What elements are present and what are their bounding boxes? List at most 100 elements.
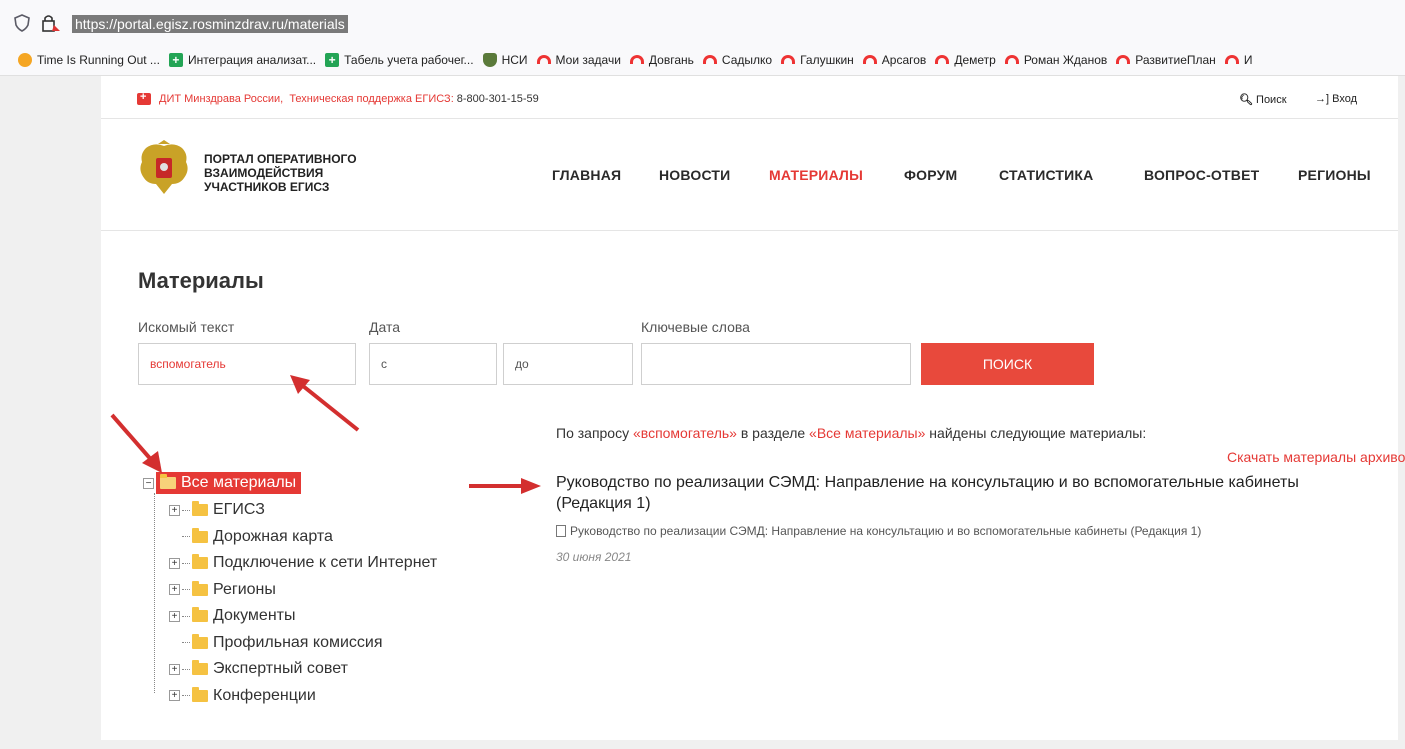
org-link[interactable]: ДИТ Минздрава России,: [159, 93, 283, 105]
lock-icon[interactable]: [40, 13, 62, 33]
tree-item-label: Экспертный совет: [213, 660, 348, 677]
page-title: Материалы: [138, 268, 264, 293]
bookmark-item[interactable]: Довгань: [629, 53, 694, 67]
arc-icon: [1224, 55, 1239, 64]
tree-root[interactable]: − Все материалы: [143, 472, 302, 494]
nav-home[interactable]: ГЛАВНАЯ: [552, 167, 621, 183]
nav-faq[interactable]: ВОПРОС-ОТВЕТ: [1144, 167, 1259, 183]
sign-in-icon: →]: [1315, 93, 1330, 105]
folder-icon: [192, 607, 208, 622]
date-from-input[interactable]: с: [369, 343, 497, 385]
portal-title-line: УЧАСТНИКОВ ЕГИСЗ: [204, 180, 330, 194]
nav-forum[interactable]: ФОРУМ: [904, 167, 957, 183]
search-link[interactable]: 🔍︎ Поиск: [1239, 93, 1287, 106]
green-plus-icon: +: [325, 52, 340, 67]
portal-title-line: ПОРТАЛ ОПЕРАТИВНОГО: [204, 152, 357, 166]
top-info-bar: ДИТ Минздрава России, Техническая поддер…: [101, 76, 1398, 119]
tree-item-label: Документы: [213, 607, 296, 624]
expand-icon[interactable]: +: [169, 504, 180, 516]
nav-materials[interactable]: МАТЕРИАЛЫ: [769, 167, 863, 183]
results-query: «вспомогатель»: [633, 425, 737, 441]
bookmark-item[interactable]: + Интеграция анализат...: [168, 52, 316, 67]
results-mid: в разделе: [740, 425, 806, 441]
folder-icon: [192, 501, 208, 516]
bookmark-item[interactable]: Роман Жданов: [1004, 52, 1108, 67]
expand-icon[interactable]: +: [169, 557, 180, 569]
nav-regions[interactable]: РЕГИОНЫ: [1298, 167, 1371, 183]
expand-icon[interactable]: +: [169, 690, 180, 701]
portal-title[interactable]: ПОРТАЛ ОПЕРАТИВНОГО ВЗАИМОДЕЙСТВИЯ УЧАСТ…: [204, 152, 404, 194]
bookmark-item[interactable]: Мои задачи: [536, 52, 621, 67]
tree-item[interactable]: Дорожная карта: [169, 527, 333, 547]
tree-connector: [182, 536, 190, 537]
expand-icon[interactable]: +: [169, 663, 180, 675]
tree-item[interactable]: + ЕГИСЗ: [169, 500, 265, 520]
login-link[interactable]: →] Вход: [1315, 93, 1357, 105]
download-archive-link[interactable]: Скачать материалы архивом (1): [1227, 449, 1405, 465]
folder-icon: [192, 633, 208, 649]
bookmark-label: НСИ: [501, 52, 528, 67]
tree-item-label: Дорожная карта: [213, 527, 333, 545]
bookmark-item[interactable]: Time Is Running Out ...: [18, 52, 160, 67]
folder-icon: [192, 580, 208, 596]
bookmark-item[interactable]: Деметр: [935, 53, 996, 67]
tree-item[interactable]: Профильная комиссия: [169, 633, 383, 653]
tree-item[interactable]: + Регионы: [169, 580, 276, 600]
bookmark-item[interactable]: Арсагов: [862, 53, 926, 67]
date-to-input[interactable]: до: [503, 343, 633, 385]
bookmark-label: Роман Жданов: [1023, 52, 1108, 67]
bookmark-item[interactable]: НСИ: [482, 52, 528, 67]
coat-of-arms-logo[interactable]: [134, 140, 194, 198]
support-link[interactable]: Техническая поддержка ЕГИСЗ:: [289, 93, 453, 105]
support-phone: 8-800-301-15-59: [456, 93, 539, 105]
bookmark-label: Садылко: [721, 52, 773, 67]
result-title-link[interactable]: Руководство по реализации СЭМД: Направле…: [556, 472, 1366, 514]
folder-icon: [192, 686, 208, 702]
tree-item[interactable]: + Конференции: [169, 686, 316, 706]
tree-connector: [182, 668, 190, 670]
bookmarks-bar: Time Is Running Out ... + Интеграция анали…: [0, 44, 1405, 76]
annotation-arrow-icon: [290, 375, 360, 432]
clock-icon: [18, 52, 32, 67]
results-suffix: найдены следующие материалы:: [929, 425, 1147, 441]
nav-news[interactable]: НОВОСТИ: [659, 167, 730, 183]
tree-item[interactable]: + Экспертный совет: [169, 659, 348, 679]
arc-icon: [862, 55, 877, 64]
search-button[interactable]: ПОИСК: [921, 343, 1094, 385]
tree-connector: [182, 589, 190, 590]
keywords-label: Ключевые слова: [641, 319, 750, 335]
site-header: ПОРТАЛ ОПЕРАТИВНОГО ВЗАИМОДЕЙСТВИЯ УЧАСТ…: [101, 120, 1398, 231]
tree-connector: [182, 615, 190, 617]
bookmark-item[interactable]: Садылко: [702, 52, 773, 67]
login-label: Вход: [1332, 93, 1358, 105]
result-file-link[interactable]: Руководство по реализации СЭМД: Направле…: [556, 524, 1201, 538]
keywords-input[interactable]: [641, 343, 911, 385]
arc-icon: [935, 55, 950, 64]
url-text[interactable]: https://portal.egisz.rosminzdrav.ru/mate…: [72, 15, 348, 33]
arc-icon: [781, 55, 796, 64]
tree-item-label: Профильная комиссия: [213, 633, 383, 651]
bookmark-label: Мои задачи: [555, 52, 621, 67]
result-file-name: Руководство по реализации СЭМД: Направле…: [570, 524, 1202, 538]
expand-icon[interactable]: +: [169, 610, 180, 622]
bookmark-item[interactable]: И: [1224, 53, 1252, 67]
bookmark-item[interactable]: РазвитиеПлан: [1116, 53, 1216, 67]
tree-root-label[interactable]: Все материалы: [156, 472, 302, 494]
expand-icon[interactable]: +: [169, 584, 180, 595]
tree-item[interactable]: + Документы: [169, 606, 295, 626]
tree-item-label: ЕГИСЗ: [213, 501, 265, 518]
folder-icon: [192, 554, 208, 569]
portal-page: ДИТ Минздрава России, Техническая поддер…: [101, 76, 1405, 740]
annotation-arrow-icon: [469, 478, 541, 494]
date-label: Дата: [369, 319, 401, 335]
tracking-shield-icon[interactable]: [14, 14, 30, 32]
medkit-icon: [137, 91, 151, 105]
bookmark-item[interactable]: Галушкин: [781, 53, 854, 67]
collapse-icon[interactable]: −: [143, 477, 154, 489]
nav-statistics[interactable]: СТАТИСТИКА: [999, 167, 1094, 183]
tree-item[interactable]: + Подключение к сети Интернет: [169, 553, 437, 573]
results-section: «Все материалы»: [809, 425, 926, 441]
bookmark-item[interactable]: + Табель учета рабочег...: [325, 52, 474, 67]
search-label: Поиск: [1256, 94, 1287, 106]
bookmark-label: Галушкин: [800, 52, 854, 67]
